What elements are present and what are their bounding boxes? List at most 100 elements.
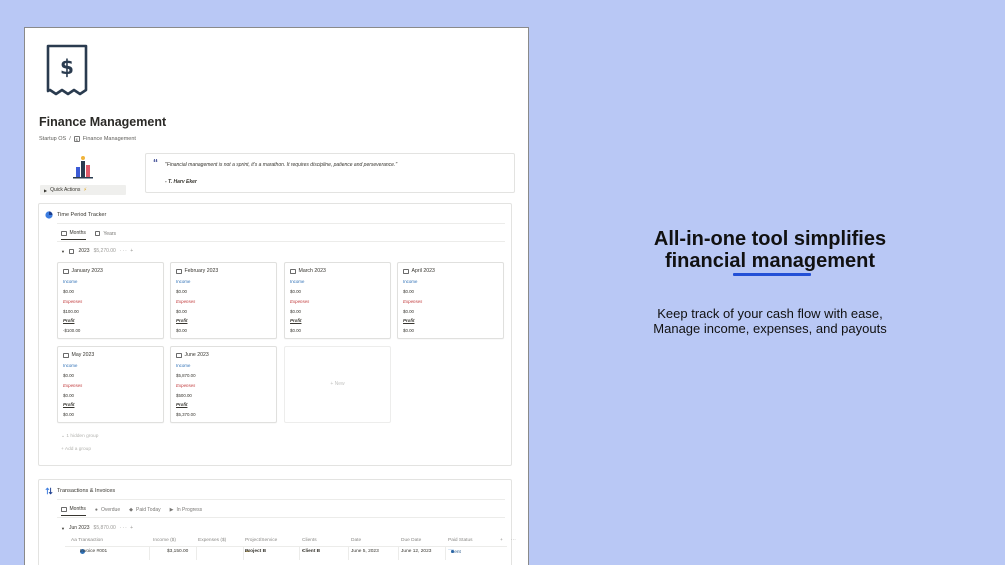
income-label: Income bbox=[63, 363, 78, 368]
profit-label: Profit bbox=[176, 402, 188, 407]
quick-actions-toggle[interactable]: ▶ Quick Actions ⚡ bbox=[40, 185, 126, 195]
status-badge[interactable]: Sent bbox=[448, 549, 461, 555]
expenses-value: $100.00 bbox=[63, 309, 79, 314]
subtext-line-1: Keep track of your cash flow with ease, bbox=[657, 306, 883, 321]
tab-paid-today[interactable]: ◆ Paid Today bbox=[129, 506, 161, 516]
triangle-down-icon: ▼ bbox=[61, 248, 65, 254]
new-card-label: + New bbox=[330, 381, 345, 387]
tab-months-label: Months bbox=[69, 230, 86, 236]
tab-months[interactable]: Months bbox=[61, 230, 86, 240]
expenses-label: Expenses bbox=[403, 299, 423, 304]
profit-value: $0.00 bbox=[63, 412, 74, 417]
card-title: January 2023 bbox=[63, 268, 103, 274]
triangle-right-icon: ▶ bbox=[44, 187, 48, 193]
add-group-button[interactable]: + Add a group bbox=[61, 447, 91, 452]
month-card-march[interactable]: March 2023 Income $0.00 Expenses $0.00 P… bbox=[284, 262, 391, 339]
transactions-invoices-section: Transactions & Invoices Months ● Overdue… bbox=[38, 479, 516, 565]
calendar-icon bbox=[61, 230, 67, 236]
tab-overdue[interactable]: ● Overdue bbox=[95, 506, 120, 516]
cell-project-text: Project B bbox=[245, 549, 267, 554]
new-card-button[interactable]: + New bbox=[284, 346, 391, 423]
group-header-2023[interactable]: ▼ 2023 $5,270.00 ··· + bbox=[61, 248, 134, 254]
income-label: Income bbox=[176, 279, 191, 284]
time-period-tracker-header: Time Period Tracker bbox=[45, 211, 106, 219]
card-title: March 2023 bbox=[290, 268, 326, 274]
expenses-value: $0.00 bbox=[63, 393, 74, 398]
profit-label: Profit bbox=[63, 318, 75, 323]
expenses-label: Expenses bbox=[63, 383, 83, 388]
play-icon: ▶ bbox=[169, 506, 174, 513]
calendar-icon bbox=[176, 352, 182, 358]
time-period-tracker-section: Time Period Tracker Months Years ▼ 2023 … bbox=[38, 203, 512, 466]
card-title: February 2023 bbox=[176, 268, 218, 274]
column-divider bbox=[243, 546, 244, 560]
profit-label: Profit bbox=[403, 318, 415, 323]
status-badge-text: Sent bbox=[451, 549, 461, 555]
profit-value: $5,370.00 bbox=[176, 412, 196, 417]
expenses-label: Expenses bbox=[290, 299, 310, 304]
col-clients[interactable]: Clients bbox=[302, 538, 317, 543]
subtext-line-2: Manage income, expenses, and payouts bbox=[653, 321, 887, 336]
income-value: $0.00 bbox=[176, 289, 187, 294]
column-divider bbox=[149, 546, 150, 560]
dollar-page-icon: $ bbox=[73, 136, 80, 142]
calendar-icon bbox=[68, 248, 75, 254]
lightning-icon: ⚡ bbox=[83, 187, 87, 193]
receipt-dollar-icon: $ bbox=[46, 44, 88, 96]
col-project[interactable]: Project/Service bbox=[245, 538, 277, 543]
tab-overdue-label: Overdue bbox=[100, 506, 121, 513]
month-card-january[interactable]: January 2023 Income $0.00 Expenses $100.… bbox=[57, 262, 164, 339]
cell-income: $3,150.00 bbox=[167, 549, 189, 554]
col-expenses[interactable]: Expenses ($) bbox=[198, 538, 226, 543]
group-label: 2023 bbox=[78, 248, 90, 254]
expenses-value: $0.00 bbox=[403, 309, 414, 314]
card-title-text: January 2023 bbox=[71, 268, 103, 274]
calendar-icon bbox=[63, 268, 69, 274]
page-title: Finance Management bbox=[39, 115, 167, 129]
month-card-february[interactable]: February 2023 Income $0.00 Expenses $0.0… bbox=[170, 262, 277, 339]
column-divider bbox=[398, 546, 399, 560]
group-header-jun-2023[interactable]: ▼ Jun 2023 $5,870.00 ··· + bbox=[61, 525, 134, 531]
group-controls[interactable]: ··· + bbox=[120, 248, 134, 254]
column-options-button[interactable]: ··· bbox=[511, 538, 516, 543]
add-column-button[interactable]: + bbox=[500, 538, 503, 543]
hidden-group-toggle[interactable]: ⌄ 1 hidden group bbox=[61, 434, 98, 439]
col-due-date[interactable]: Due Date bbox=[401, 538, 421, 543]
tab-months[interactable]: Months bbox=[61, 506, 86, 516]
tab-paid-today-label: Paid Today bbox=[135, 506, 161, 513]
group-controls[interactable]: ··· + bbox=[120, 525, 134, 531]
cell-date: June 5, 2023 bbox=[351, 549, 379, 554]
section-divider bbox=[57, 499, 505, 500]
quote-text: "Financial management is not a sprint, i… bbox=[165, 162, 398, 168]
marketing-headline: All-in-one tool simplifies financial man… bbox=[600, 228, 940, 272]
breadcrumb-item-startup-os[interactable]: Startup OS bbox=[39, 136, 66, 142]
tab-years[interactable]: Years bbox=[94, 230, 116, 240]
month-card-april[interactable]: April 2023 Income $0.00 Expenses $0.00 P… bbox=[397, 262, 504, 339]
col-transaction[interactable]: Aa Transaction bbox=[71, 538, 103, 543]
breadcrumb-item-finance[interactable]: Finance Management bbox=[83, 136, 136, 142]
cell-client-text: Client B bbox=[302, 549, 321, 554]
expenses-value: $500.00 bbox=[176, 393, 192, 398]
transactions-title: Transactions & Invoices bbox=[57, 488, 116, 494]
tpt-tabs: Months Years bbox=[61, 230, 116, 240]
col-income[interactable]: Income ($) bbox=[153, 538, 176, 543]
month-card-may[interactable]: May 2023 Income $0.00 Expenses $0.00 Pro… bbox=[57, 346, 164, 423]
column-divider bbox=[196, 546, 197, 560]
group-amount: $5,870.00 bbox=[93, 525, 116, 531]
col-paid-status[interactable]: Paid Status bbox=[448, 538, 473, 543]
col-date[interactable]: Date bbox=[351, 538, 361, 543]
breadcrumb: Startup OS / $ Finance Management bbox=[39, 136, 136, 142]
column-divider bbox=[348, 546, 349, 560]
profit-label: Profit bbox=[290, 318, 302, 323]
month-card-june[interactable]: June 2023 Income $5,870.00 Expenses $500… bbox=[170, 346, 277, 423]
tab-in-progress-label: In Progress bbox=[176, 506, 203, 513]
thumbs-up-icon: ◆ bbox=[129, 506, 133, 513]
headline-accent-underline bbox=[733, 273, 811, 276]
quote-author: - T. Harv Eker bbox=[165, 179, 197, 185]
expenses-value: $0.00 bbox=[290, 309, 301, 314]
cell-due-date: June 12, 2023 bbox=[401, 549, 432, 554]
hidden-group-label: 1 hidden group bbox=[66, 434, 99, 439]
tab-in-progress[interactable]: ▶ In Progress bbox=[170, 506, 202, 516]
card-title-text: March 2023 bbox=[298, 268, 326, 274]
expenses-label: Expenses bbox=[176, 299, 196, 304]
